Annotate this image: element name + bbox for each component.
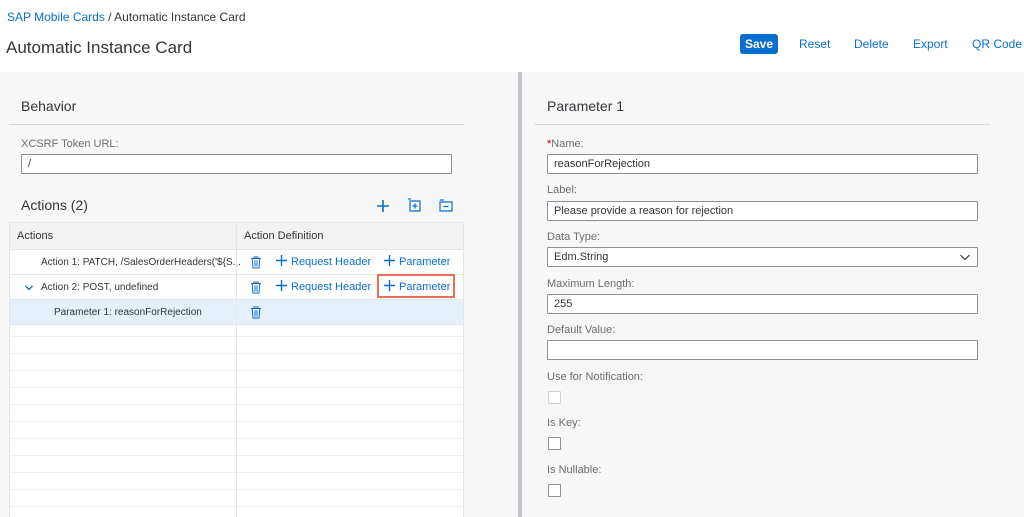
- max-length-label: Maximum Length:: [547, 278, 635, 290]
- name-label-text: Name:: [551, 138, 584, 150]
- parameter-row-label: Parameter 1: reasonForRejection: [54, 307, 202, 318]
- actions-table: Actions Action Definition Action 1: PATC…: [9, 222, 464, 517]
- add-icon[interactable]: [375, 198, 391, 214]
- default-value-label: Default Value:: [547, 324, 616, 336]
- breadcrumb: SAP Mobile Cards / Automatic Instance Ca…: [7, 10, 246, 24]
- data-type-label: Data Type:: [547, 231, 600, 243]
- add-request-header-button[interactable]: Request Header: [276, 278, 371, 296]
- breadcrumb-current: Automatic Instance Card: [114, 10, 246, 24]
- action-label: Action 1: PATCH, /SalesOrderHeaders('${S…: [41, 257, 241, 268]
- use-for-notification-checkbox: [548, 391, 561, 404]
- is-nullable-checkbox[interactable]: [548, 484, 561, 497]
- page-title: Automatic Instance Card: [6, 38, 193, 57]
- request-header-label: Request Header: [291, 256, 372, 268]
- column-divider: [236, 222, 237, 517]
- add-parameter-button[interactable]: Parameter: [384, 253, 450, 271]
- parameter-title: Parameter 1: [547, 98, 625, 114]
- behavior-title: Behavior: [21, 98, 77, 114]
- add-icon: [276, 255, 287, 266]
- breadcrumb-link-sap-mobile-cards[interactable]: SAP Mobile Cards: [7, 10, 105, 24]
- default-value-input[interactable]: [547, 340, 978, 360]
- trash-icon[interactable]: [250, 281, 262, 294]
- parameter-label: Parameter: [399, 256, 451, 268]
- breadcrumb-separator: /: [104, 10, 115, 24]
- is-nullable-label: Is Nullable:: [547, 464, 602, 476]
- label-label: Label:: [547, 184, 577, 196]
- actions-title: Actions (2): [21, 197, 88, 213]
- name-input[interactable]: reasonForRejection: [547, 154, 978, 174]
- collapse-icon[interactable]: [438, 198, 454, 214]
- column-header-actions[interactable]: Actions: [10, 222, 237, 250]
- use-for-notification-label: Use for Notification:: [547, 371, 643, 383]
- reset-button[interactable]: Reset: [799, 34, 830, 54]
- chevron-down-icon: [960, 254, 970, 261]
- add-child-icon[interactable]: [407, 198, 423, 214]
- data-type-value: Edm.String: [554, 251, 609, 263]
- request-header-label: Request Header: [291, 281, 372, 293]
- highlight-box: [377, 274, 455, 298]
- qr-code-button[interactable]: QR Code: [972, 34, 1022, 54]
- max-length-input[interactable]: 255: [547, 294, 978, 314]
- add-icon: [276, 280, 287, 291]
- add-request-header-button[interactable]: Request Header: [276, 253, 371, 271]
- save-button[interactable]: Save: [740, 34, 778, 54]
- delete-button[interactable]: Delete: [854, 34, 889, 54]
- is-key-label: Is Key:: [547, 417, 581, 429]
- parameter-divider: [534, 124, 990, 125]
- chevron-down-icon[interactable]: [24, 283, 34, 293]
- name-label: *Name:: [547, 138, 584, 150]
- xcsrf-token-input[interactable]: /: [21, 154, 452, 174]
- data-type-select[interactable]: Edm.String: [547, 247, 978, 267]
- behavior-divider: [9, 124, 464, 125]
- trash-icon[interactable]: [250, 306, 262, 319]
- trash-icon[interactable]: [250, 256, 262, 269]
- action-label: Action 2: POST, undefined: [41, 282, 159, 293]
- add-icon: [384, 255, 395, 266]
- is-key-checkbox[interactable]: [548, 437, 561, 450]
- label-input[interactable]: Please provide a reason for rejection: [547, 201, 978, 221]
- export-button[interactable]: Export: [913, 34, 948, 54]
- column-header-action-definition[interactable]: Action Definition: [237, 222, 463, 250]
- xcsrf-token-label: XCSRF Token URL:: [21, 138, 119, 150]
- page-header: SAP Mobile Cards / Automatic Instance Ca…: [0, 0, 1024, 72]
